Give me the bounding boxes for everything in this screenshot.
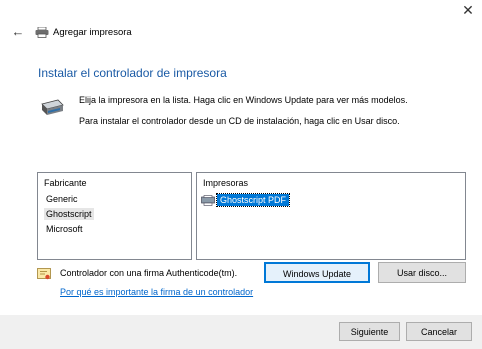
manufacturer-list-header: Fabricante [44,178,87,188]
have-disk-button[interactable]: Usar disco... [378,262,466,283]
manufacturer-item-generic[interactable]: Generic [44,193,80,205]
windows-update-button[interactable]: Windows Update [264,262,370,283]
printer-model-icon [201,194,215,206]
printer-list[interactable]: Impresoras Ghostscript PDF [196,172,466,260]
printer-icon [35,27,49,38]
manufacturer-item-microsoft[interactable]: Microsoft [44,223,85,235]
next-button[interactable]: Siguiente [339,322,400,341]
manufacturer-item-ghostscript[interactable]: Ghostscript [44,208,94,220]
driver-signing-link[interactable]: Por qué es importante la firma de un con… [60,287,253,297]
printer-item-ghostscript-pdf[interactable]: Ghostscript PDF [201,193,291,207]
cancel-button[interactable]: Cancelar [406,322,472,341]
instruction-text-2: Para instalar el controlador desde un CD… [79,116,400,126]
close-icon[interactable]: ✕ [458,2,478,18]
instruction-text-1: Elija la impresora en la lista. Haga cli… [79,95,408,105]
printer-list-header: Impresoras [203,178,249,188]
manufacturer-list[interactable]: Fabricante Generic Ghostscript Microsoft [37,172,192,260]
certificate-icon [37,268,51,280]
back-arrow-icon[interactable]: ← [10,24,26,40]
printer-item-label: Ghostscript PDF [215,193,291,207]
signature-status-text: Controlador con una firma Authenticode(t… [60,268,238,278]
printer-driver-icon [41,99,64,115]
page-heading: Instalar el controlador de impresora [38,66,227,80]
window-title: Agregar impresora [53,27,132,38]
